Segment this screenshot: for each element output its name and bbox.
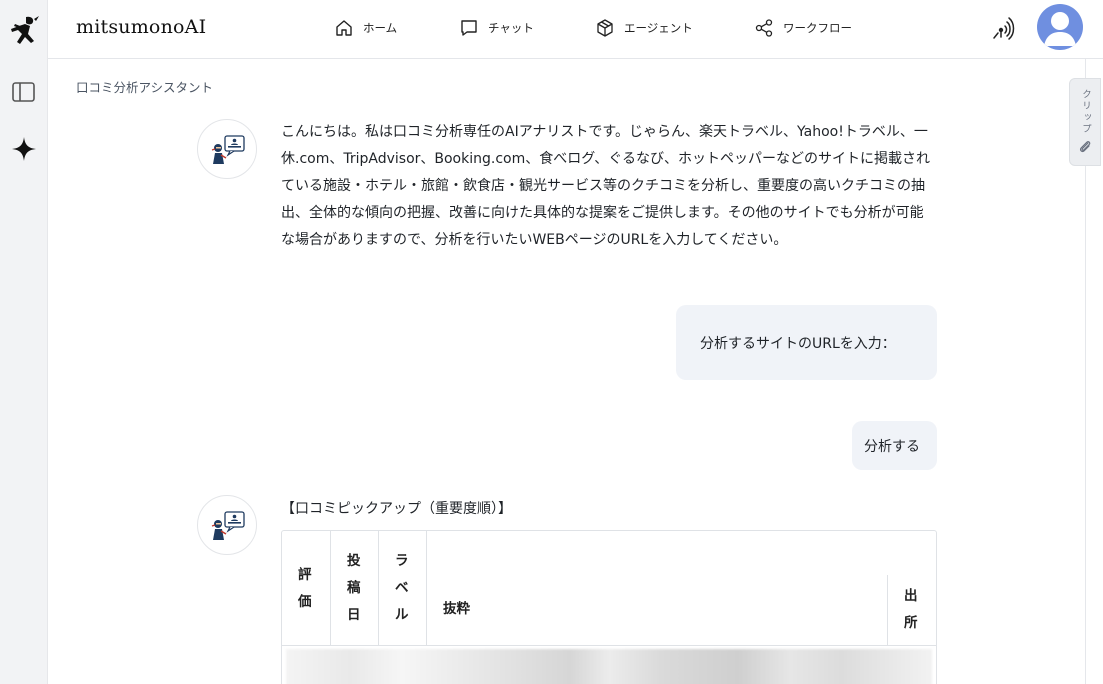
divider [378, 531, 379, 645]
clip-tab[interactable]: クリップ [1069, 78, 1101, 166]
chat-bubble-icon [461, 20, 477, 36]
nav-workflow-label: ワークフロー [783, 21, 852, 35]
nav-chat[interactable]: チャット [459, 16, 534, 40]
broadcast-icon[interactable] [990, 15, 1016, 41]
user-message: 分析する [852, 421, 937, 470]
bot-message-intro: こんにちは。私は口コミ分析専任のAIアナリストです。じゃらん、楽天トラベル、Ya… [281, 124, 930, 248]
user-message-text: 分析する [864, 438, 920, 455]
column-header-posted: 投稿日 [347, 553, 361, 623]
user-message: 分析するサイトのURLを入力： [676, 305, 937, 380]
clip-tab-label: クリップ [1080, 89, 1091, 135]
review-table: 評価 投稿日 ラベル 抜粋 出所 [281, 530, 937, 684]
paperclip-icon [1079, 141, 1091, 153]
cube-icon [597, 19, 613, 37]
top-header: mitsumonoAI ホーム チャット エージェント ワークフロー [48, 0, 1103, 59]
user-message-text: 分析するサイトのURLを入力： [700, 335, 896, 352]
brand-name[interactable]: mitsumonoAI [76, 16, 206, 38]
column-header-rating: 評価 [298, 567, 312, 610]
divider [887, 575, 888, 645]
column-header-source: 出所 [904, 588, 918, 631]
divider [330, 531, 331, 645]
pickup-title: 【口コミピックアップ（重要度順）】 [281, 501, 512, 517]
nav-chat-label: チャット [488, 21, 534, 35]
breadcrumb: 口コミ分析アシスタント [76, 80, 214, 95]
home-icon [336, 20, 352, 36]
bot-avatar [197, 119, 257, 179]
bot-avatar [197, 495, 257, 555]
nav-agent-label: エージェント [624, 21, 693, 35]
sparkle-icon[interactable] [11, 136, 37, 162]
ninja-analyst-icon [211, 135, 245, 164]
nav-home-label: ホーム [363, 21, 398, 35]
column-header-excerpt: 抜粋 [443, 601, 470, 617]
nav-workflow[interactable]: ワークフロー [754, 16, 852, 40]
user-avatar[interactable] [1037, 4, 1083, 50]
divider [426, 531, 427, 645]
column-header-label: ラベル [395, 553, 409, 623]
sidebar-toggle-icon[interactable] [11, 80, 37, 104]
nav-agent[interactable]: エージェント [595, 16, 693, 40]
left-rail [0, 0, 48, 684]
share-nodes-icon [755, 19, 773, 37]
ninja-analyst-icon [211, 511, 245, 540]
table-row [286, 649, 932, 684]
ninja-logo-icon[interactable] [8, 14, 40, 50]
divider [282, 645, 936, 646]
nav-home[interactable]: ホーム [334, 16, 397, 40]
